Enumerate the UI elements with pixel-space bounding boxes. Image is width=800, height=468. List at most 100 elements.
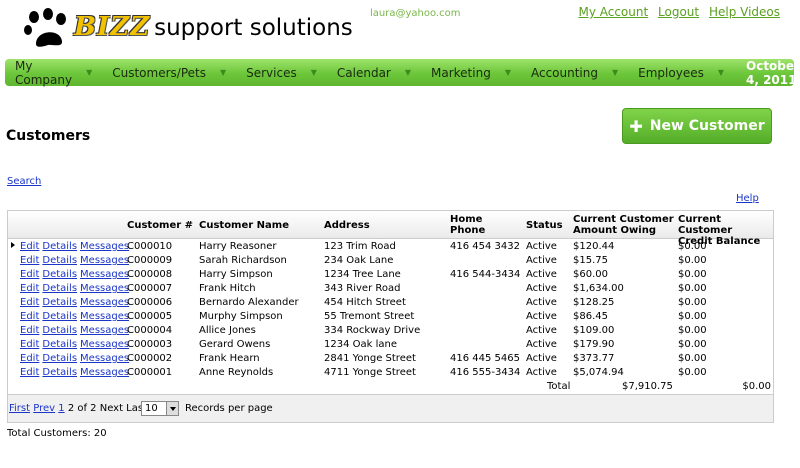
header-customer-no[interactable]: Customer # bbox=[127, 220, 193, 231]
edit-link[interactable]: Edit bbox=[20, 325, 39, 336]
row-actions: Edit Details Messages bbox=[20, 311, 132, 322]
edit-link[interactable]: Edit bbox=[20, 297, 39, 308]
details-link[interactable]: Details bbox=[42, 325, 77, 336]
edit-link[interactable]: Edit bbox=[20, 311, 39, 322]
cell-credit-balance: $0.00 bbox=[678, 283, 707, 294]
details-link[interactable]: Details bbox=[42, 269, 77, 280]
cell-amount-owing: $128.25 bbox=[573, 297, 615, 308]
cell-customer-no: C000003 bbox=[127, 339, 173, 350]
cell-address: 343 River Road bbox=[324, 283, 401, 294]
header-status[interactable]: Status bbox=[526, 220, 563, 231]
details-link[interactable]: Details bbox=[42, 339, 77, 350]
cell-credit-balance: $0.00 bbox=[678, 325, 707, 336]
details-link[interactable]: Details bbox=[42, 283, 77, 294]
cell-customer-name: Gerard Owens bbox=[199, 339, 271, 350]
details-link[interactable]: Details bbox=[42, 241, 77, 252]
page-size-select[interactable]: 10 bbox=[141, 401, 179, 416]
cell-amount-owing: $120.44 bbox=[573, 241, 615, 252]
nav-services[interactable]: Services ▼ bbox=[236, 59, 327, 86]
totals-credit: $0.00 bbox=[742, 381, 771, 392]
header-credit-1: Current Customer bbox=[678, 214, 733, 236]
table-row: Edit Details Messages C000004 Allice Jones 33… bbox=[8, 324, 773, 338]
nav-label: Marketing bbox=[431, 65, 491, 80]
current-row-arrow-icon bbox=[11, 242, 15, 248]
nav-my-company[interactable]: My Company ▼ bbox=[5, 59, 102, 87]
brand-bizz: BIZZ bbox=[74, 12, 151, 42]
table-row: Edit Details Messages C000007 Frank Hitch 343… bbox=[8, 282, 773, 296]
messages-link[interactable]: Messages bbox=[80, 255, 129, 266]
table-row: Edit Details Messages C000001 Anne Reynolds 4… bbox=[8, 366, 773, 380]
cell-status: Active bbox=[526, 283, 557, 294]
messages-link[interactable]: Messages bbox=[80, 283, 129, 294]
details-link[interactable]: Details bbox=[42, 297, 77, 308]
edit-link[interactable]: Edit bbox=[20, 269, 39, 280]
plus-icon: ✚ bbox=[629, 116, 643, 136]
details-link[interactable]: Details bbox=[42, 367, 77, 378]
messages-link[interactable]: Messages bbox=[80, 367, 129, 378]
search-link[interactable]: Search bbox=[7, 176, 41, 187]
details-link[interactable]: Details bbox=[42, 311, 77, 322]
nav-label: Calendar bbox=[336, 65, 391, 80]
row-actions: Edit Details Messages bbox=[20, 353, 132, 364]
details-link[interactable]: Details bbox=[42, 255, 77, 266]
caret-down-icon: ▼ bbox=[717, 68, 724, 77]
totals-label: Total bbox=[547, 381, 571, 392]
messages-link[interactable]: Messages bbox=[80, 297, 129, 308]
header-customer-name[interactable]: Customer Name bbox=[199, 220, 289, 231]
details-link[interactable]: Details bbox=[42, 353, 77, 364]
messages-link[interactable]: Messages bbox=[80, 353, 129, 364]
page-title: Customers bbox=[6, 128, 91, 144]
messages-link[interactable]: Messages bbox=[80, 311, 129, 322]
help-link[interactable]: Help bbox=[736, 193, 759, 204]
cell-status: Active bbox=[526, 339, 557, 350]
caret-down-icon: ▼ bbox=[404, 68, 412, 77]
table-row: Edit Details Messages C000009 Sarah Richards… bbox=[8, 254, 773, 268]
cell-address: 234 Oak Lane bbox=[324, 255, 394, 266]
row-actions: Edit Details Messages bbox=[20, 241, 132, 252]
nav-calendar[interactable]: Calendar ▼ bbox=[327, 59, 421, 86]
cell-home-phone: 416 445 5465 bbox=[450, 353, 520, 364]
messages-link[interactable]: Messages bbox=[80, 339, 129, 350]
header-owing-1: Current Customer bbox=[573, 214, 674, 225]
messages-link[interactable]: Messages bbox=[80, 269, 129, 280]
header-home-phone[interactable]: Home Phone bbox=[450, 214, 485, 236]
messages-link[interactable]: Messages bbox=[80, 241, 129, 252]
edit-link[interactable]: Edit bbox=[20, 367, 39, 378]
edit-link[interactable]: Edit bbox=[20, 353, 39, 364]
help-videos-link[interactable]: Help Videos bbox=[709, 5, 780, 19]
cell-customer-name: Frank Hitch bbox=[199, 283, 256, 294]
nav-marketing[interactable]: Marketing ▼ bbox=[421, 59, 521, 86]
nav-customers-pets[interactable]: Customers/Pets ▼ bbox=[102, 59, 236, 86]
cell-credit-balance: $0.00 bbox=[678, 339, 707, 350]
my-account-link[interactable]: My Account bbox=[578, 5, 648, 19]
logout-link[interactable]: Logout bbox=[658, 5, 699, 19]
cell-address: 123 Trim Road bbox=[324, 241, 396, 252]
cell-status: Active bbox=[526, 353, 557, 364]
cell-status: Active bbox=[526, 255, 557, 266]
pager-prev[interactable]: Prev bbox=[33, 403, 55, 414]
paw-logo-icon bbox=[24, 8, 66, 47]
header-address[interactable]: Address bbox=[324, 220, 370, 231]
header-amount-owing[interactable]: Current Customer Amount Owing bbox=[573, 214, 674, 236]
new-customer-button[interactable]: ✚ New Customer bbox=[622, 108, 772, 144]
cell-customer-no: C000006 bbox=[127, 297, 173, 308]
messages-link[interactable]: Messages bbox=[80, 325, 129, 336]
edit-link[interactable]: Edit bbox=[20, 339, 39, 350]
edit-link[interactable]: Edit bbox=[20, 241, 39, 252]
pager-page-1[interactable]: 1 bbox=[58, 403, 64, 414]
pager-first[interactable]: First bbox=[9, 403, 30, 414]
cell-customer-no: C000005 bbox=[127, 311, 173, 322]
nav-accounting[interactable]: Accounting ▼ bbox=[521, 59, 628, 86]
edit-link[interactable]: Edit bbox=[20, 283, 39, 294]
cell-customer-name: Harry Simpson bbox=[199, 269, 273, 280]
grid-body: Edit Details Messages C000010 Harry Reasoner… bbox=[8, 239, 773, 380]
cell-customer-name: Frank Hearn bbox=[199, 353, 260, 364]
edit-link[interactable]: Edit bbox=[20, 255, 39, 266]
nav-label: Services bbox=[246, 65, 297, 80]
nav-employees[interactable]: Employees ▼ bbox=[628, 59, 734, 86]
chevron-down-icon[interactable] bbox=[166, 402, 178, 415]
cell-amount-owing: $60.00 bbox=[573, 269, 608, 280]
cell-address: 1234 Oak lane bbox=[324, 339, 397, 350]
cell-status: Active bbox=[526, 311, 557, 322]
cell-address: 4711 Yonge Street bbox=[324, 367, 416, 378]
